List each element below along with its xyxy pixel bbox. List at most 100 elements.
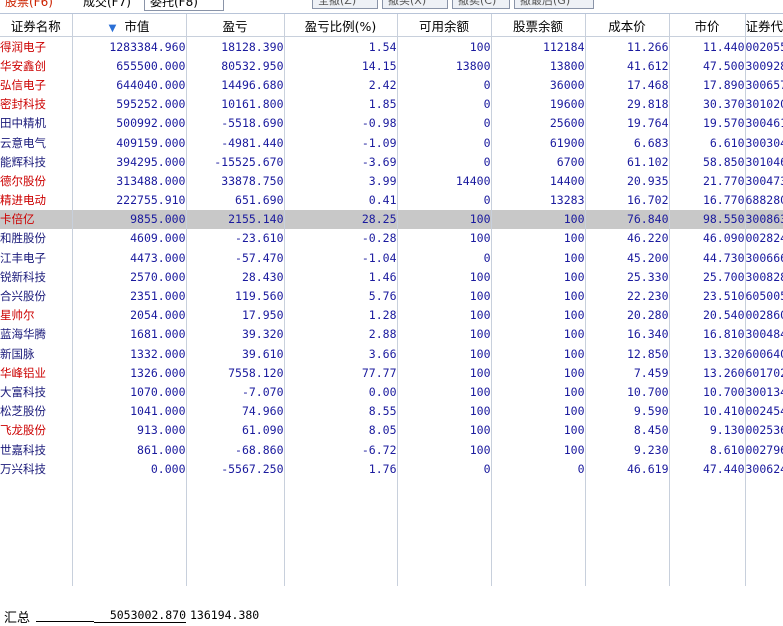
cell-pct: -3.69	[284, 152, 397, 171]
cell-bal: 100	[491, 382, 585, 401]
table-row[interactable]: 万兴科技0.000-5567.2501.760046.61947.4403006…	[0, 459, 783, 478]
column-header[interactable]: 盈亏	[186, 14, 284, 37]
cell-mv: 1332.000	[72, 344, 186, 363]
table-row[interactable]: 合兴股份2351.000119.5605.7610010022.23023.51…	[0, 286, 783, 305]
cell-mv: 4609.000	[72, 229, 186, 248]
cell-pl: 39.610	[186, 344, 284, 363]
cell-name: 蓝海华腾	[0, 325, 72, 344]
tab-trades[interactable]: 成交(F7)	[78, 0, 136, 11]
cell-name: 大富科技	[0, 382, 72, 401]
table-row[interactable]: 得润电子1283384.96018128.3901.5410011218411.…	[0, 37, 783, 57]
cell-code: 300134	[745, 382, 783, 401]
column-header[interactable]: 证券名称	[0, 14, 72, 37]
cancel-last-button[interactable]: 撤最后(G)	[514, 0, 594, 9]
column-header[interactable]: ▼市值	[72, 14, 186, 37]
table-row[interactable]: 松芝股份1041.00074.9608.551001009.59010.4100…	[0, 402, 783, 421]
cell-pct: -1.09	[284, 133, 397, 152]
cell-cost: 9.230	[585, 440, 669, 459]
cell-cost: 19.764	[585, 114, 669, 133]
cell-avail: 0	[397, 459, 491, 478]
cell-name: 松芝股份	[0, 402, 72, 421]
table-row[interactable]: 精进电动222755.910651.6900.4101328316.70216.…	[0, 191, 783, 210]
cell-price: 10.410	[669, 402, 745, 421]
column-header[interactable]: 证券代码	[745, 14, 783, 37]
cell-avail: 100	[397, 306, 491, 325]
table-header: 证券名称▼市值盈亏盈亏比例(%)可用余额股票余额成本价市价证券代码	[0, 14, 783, 37]
cell-name: 星帅尔	[0, 306, 72, 325]
column-header[interactable]: 股票余额	[491, 14, 585, 37]
cell-pct: 28.25	[284, 210, 397, 229]
cell-pl: 33878.750	[186, 171, 284, 190]
column-header[interactable]: 可用余额	[397, 14, 491, 37]
cell-bal: 100	[491, 229, 585, 248]
table-row[interactable]: 田中精机500992.000-5518.690-0.9802560019.764…	[0, 114, 783, 133]
cell-price: 58.850	[669, 152, 745, 171]
cell-pct: 1.85	[284, 95, 397, 114]
tab-positions[interactable]: 股票(F6)	[0, 0, 58, 11]
empty-cell	[491, 478, 585, 586]
cell-bal: 6700	[491, 152, 585, 171]
table-row[interactable]: 蓝海华腾1681.00039.3202.8810010016.34016.810…	[0, 325, 783, 344]
cell-price: 47.440	[669, 459, 745, 478]
cell-bal: 100	[491, 286, 585, 305]
table-row[interactable]: 能辉科技394295.000-15525.670-3.690670061.102…	[0, 152, 783, 171]
table-row[interactable]: 锐新科技2570.00028.4301.4610010025.33025.700…	[0, 267, 783, 286]
cell-price: 11.440	[669, 37, 745, 57]
column-header[interactable]: 市价	[669, 14, 745, 37]
table-row[interactable]: 华安鑫创655500.00080532.95014.15138001380041…	[0, 56, 783, 75]
table-row[interactable]: 德尔股份313488.00033878.7503.99144001440020.…	[0, 171, 783, 190]
cell-code: 688280	[745, 191, 783, 210]
cell-cost: 8.450	[585, 421, 669, 440]
table-row[interactable]: 大富科技1070.000-7.0700.0010010010.70010.700…	[0, 382, 783, 401]
cell-pl: -23.610	[186, 229, 284, 248]
cell-avail: 100	[397, 402, 491, 421]
table-row[interactable]: 江丰电子4473.000-57.470-1.04010045.20044.730…	[0, 248, 783, 267]
cell-code: 600640	[745, 344, 783, 363]
cell-bal: 61900	[491, 133, 585, 152]
table-row[interactable]: 新国脉1332.00039.6103.6610010012.85013.3206…	[0, 344, 783, 363]
table-row[interactable]: 云意电气409159.000-4981.440-1.090619006.6836…	[0, 133, 783, 152]
table-row[interactable]: 飞龙股份913.00061.0908.051001008.4509.130002…	[0, 421, 783, 440]
cell-avail: 0	[397, 152, 491, 171]
table-row[interactable]: 密封科技595252.00010161.8001.8501960029.8183…	[0, 95, 783, 114]
cell-bal: 100	[491, 210, 585, 229]
cancel-buy-button[interactable]: 撤买(X)	[382, 0, 448, 9]
cell-mv: 222755.910	[72, 191, 186, 210]
table-row[interactable]: 星帅尔2054.00017.9501.2810010020.28020.5400…	[0, 306, 783, 325]
cell-code: 002454	[745, 402, 783, 421]
cell-price: 46.090	[669, 229, 745, 248]
cell-mv: 1681.000	[72, 325, 186, 344]
cancel-sell-button[interactable]: 撤卖(C)	[452, 0, 510, 9]
cell-code: 300828	[745, 267, 783, 286]
cell-pl: 7558.120	[186, 363, 284, 382]
empty-cell	[0, 478, 72, 586]
table-row[interactable]: 世嘉科技861.000-68.860-6.721001009.2308.6100…	[0, 440, 783, 459]
cell-mv: 0.000	[72, 459, 186, 478]
cell-price: 9.130	[669, 421, 745, 440]
cancel-all-button[interactable]: 全撤(Z)	[312, 0, 378, 9]
cell-cost: 16.702	[585, 191, 669, 210]
tab-orders[interactable]: 委托(F8)	[144, 0, 224, 11]
table-row[interactable]: 弘信电子644040.00014496.6802.4203600017.4681…	[0, 75, 783, 94]
cell-price: 16.770	[669, 191, 745, 210]
cell-avail: 100	[397, 267, 491, 286]
table-row[interactable]: 和胜股份4609.000-23.610-0.2810010046.22046.0…	[0, 229, 783, 248]
table-row[interactable]: 卡倍亿9855.0002155.14028.2510010076.84098.5…	[0, 210, 783, 229]
cell-pl: 10161.800	[186, 95, 284, 114]
cell-avail: 100	[397, 229, 491, 248]
cell-price: 23.510	[669, 286, 745, 305]
cell-cost: 20.280	[585, 306, 669, 325]
column-header[interactable]: 盈亏比例(%)	[284, 14, 397, 37]
cell-name: 和胜股份	[0, 229, 72, 248]
cell-cost: 29.818	[585, 95, 669, 114]
table-row[interactable]: 华峰铝业1326.0007558.12077.771001007.45913.2…	[0, 363, 783, 382]
cell-cost: 46.220	[585, 229, 669, 248]
summary-market-value: 5053002.870	[94, 608, 186, 623]
cell-mv: 655500.000	[72, 56, 186, 75]
cell-code: 002860	[745, 306, 783, 325]
cell-avail: 100	[397, 421, 491, 440]
cell-price: 20.540	[669, 306, 745, 325]
cell-price: 25.700	[669, 267, 745, 286]
cell-pl: 651.690	[186, 191, 284, 210]
column-header[interactable]: 成本价	[585, 14, 669, 37]
